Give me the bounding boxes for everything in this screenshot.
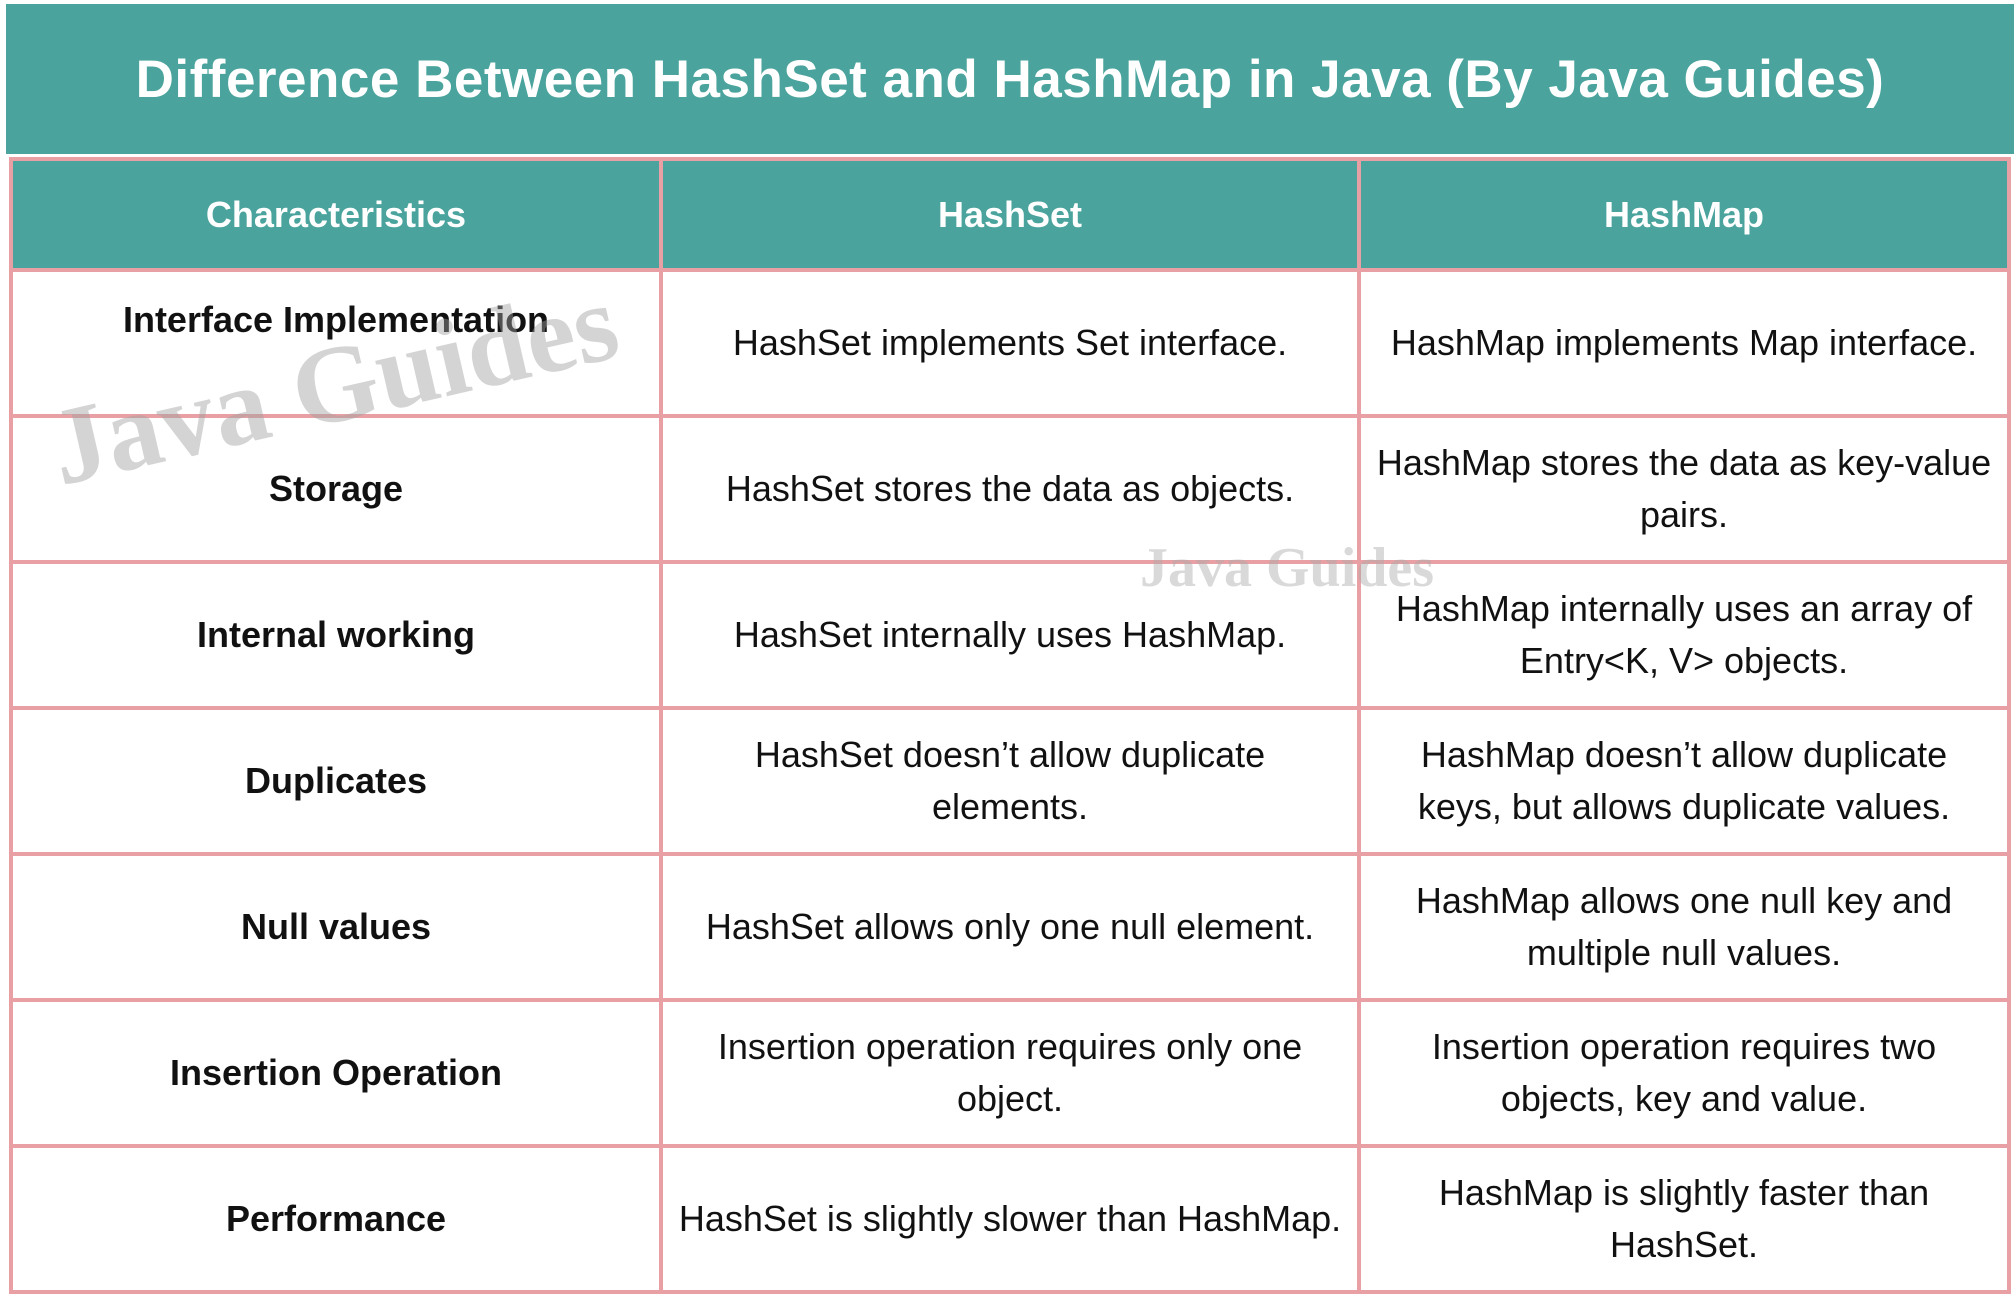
header-row: Characteristics HashSet HashMap [9, 157, 2011, 272]
column-header-hashmap: HashMap [1357, 157, 2011, 272]
hashset-cell: HashSet allows only one null element. [659, 852, 1361, 1002]
hashmap-cell: HashMap is slightly faster than HashSet. [1357, 1144, 2011, 1294]
characteristic-cell: Storage [9, 414, 663, 564]
table-row: Insertion Operation Insertion operation … [9, 998, 2011, 1148]
comparison-table: Characteristics HashSet HashMap Interfac… [9, 157, 2011, 1294]
table-header: Characteristics HashSet HashMap [9, 157, 2011, 272]
hashmap-cell: Insertion operation requires two objects… [1357, 998, 2011, 1148]
table-row: Performance HashSet is slightly slower t… [9, 1144, 2011, 1294]
hashset-cell: HashSet implements Set interface. [659, 268, 1361, 418]
table-body: Interface Implementation HashSet impleme… [9, 268, 2011, 1294]
characteristic-cell: Internal working [9, 560, 663, 710]
characteristic-cell: Null values [9, 852, 663, 1002]
hashset-cell: HashSet stores the data as objects. [659, 414, 1361, 564]
column-header-hashset: HashSet [659, 157, 1361, 272]
title-banner: Difference Between HashSet and HashMap i… [6, 4, 2014, 154]
hashmap-cell: HashMap internally uses an array of Entr… [1357, 560, 2011, 710]
page-title: Difference Between HashSet and HashMap i… [135, 49, 1885, 109]
characteristic-cell: Duplicates [9, 706, 663, 856]
characteristic-cell: Insertion Operation [9, 998, 663, 1148]
column-header-characteristics: Characteristics [9, 157, 663, 272]
hashset-cell: HashSet doesn’t allow duplicate elements… [659, 706, 1361, 856]
hashmap-cell: HashMap stores the data as key-value pai… [1357, 414, 2011, 564]
table-row: Duplicates HashSet doesn’t allow duplica… [9, 706, 2011, 856]
table-row: Null values HashSet allows only one null… [9, 852, 2011, 1002]
characteristic-cell: Interface Implementation [9, 268, 663, 418]
hashset-cell: HashSet internally uses HashMap. [659, 560, 1361, 710]
table-row: Interface Implementation HashSet impleme… [9, 268, 2011, 418]
table-row: Storage HashSet stores the data as objec… [9, 414, 2011, 564]
hashmap-cell: HashMap doesn’t allow duplicate keys, bu… [1357, 706, 2011, 856]
table-row: Internal working HashSet internally uses… [9, 560, 2011, 710]
hashmap-cell: HashMap implements Map interface. [1357, 268, 2011, 418]
hashset-cell: HashSet is slightly slower than HashMap. [659, 1144, 1361, 1294]
characteristic-cell: Performance [9, 1144, 663, 1294]
comparison-infographic: Difference Between HashSet and HashMap i… [0, 0, 2014, 1298]
hashmap-cell: HashMap allows one null key and multiple… [1357, 852, 2011, 1002]
hashset-cell: Insertion operation requires only one ob… [659, 998, 1361, 1148]
